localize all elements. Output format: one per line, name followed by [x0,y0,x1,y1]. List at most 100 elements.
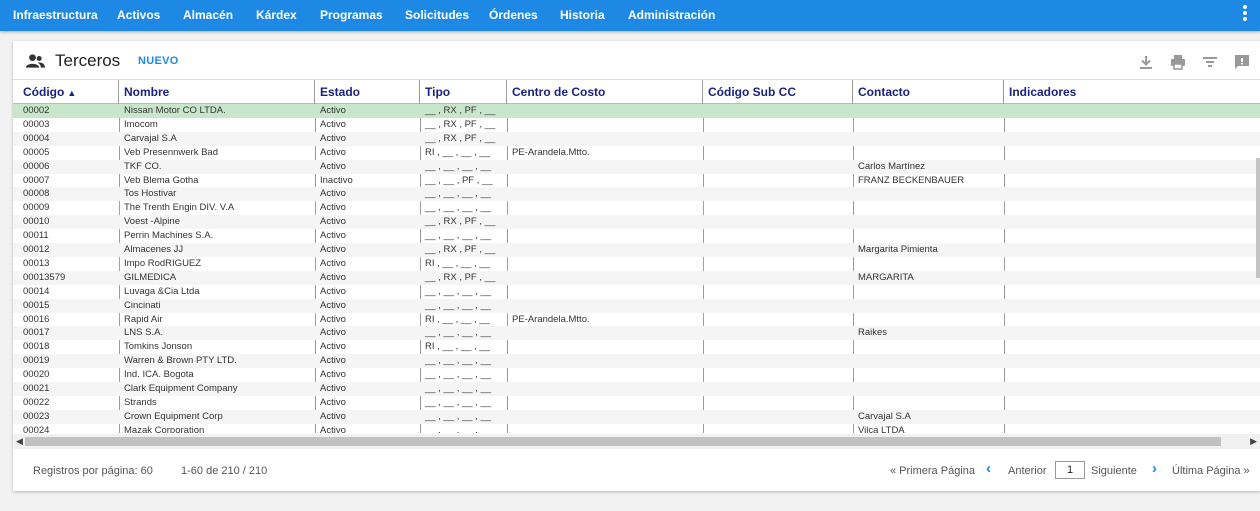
download-icon[interactable] [1137,53,1155,71]
nav-item-programas[interactable]: Programas [320,8,383,22]
cell-tipo: __ , __ , __ , __ [425,202,492,214]
table-row[interactable]: 00022 Strands Activo __ , __ , __ , __ [13,396,1260,410]
cell-nombre: Ind. ICA. Bogota [124,369,194,381]
vertical-scrollbar-thumb[interactable] [1256,158,1260,278]
column-header-codigo[interactable]: Código ▲ [18,80,119,104]
cell-tipo: __ , RX , PF , __ [425,216,496,228]
cell-nombre: Veb Presennwerk Bad [124,146,219,158]
cell-centro-de-costo [507,340,703,354]
cell-nombre: Clark Equipment Company [124,383,238,394]
table-row[interactable]: 00016 Rapid Air Activo RI , __ , __ , __ PE-… [13,313,1260,327]
previous-page-link[interactable]: Anterior [1008,465,1047,477]
cell-indicadores [1004,160,1260,174]
kebab-menu-icon[interactable] [1242,5,1248,23]
table-row[interactable]: 00012 Almacenes JJ Activo __ , RX , PF , __… [13,243,1260,257]
cell-contacto: Margarita Pimienta [858,244,938,255]
table-row[interactable]: 00020 Ind. ICA. Bogota Activo __ , __ , __ … [13,368,1260,382]
last-page-link[interactable]: Última Página » [1172,465,1250,477]
cell-nombre: Voest -Alpine [124,216,180,228]
table-row[interactable]: 00003 Imocom Activo __ , RX , PF , __ [13,118,1260,132]
table-row[interactable]: 00008 Tos Hostivar Activo __ , __ , __ , __ [13,187,1260,202]
table-row[interactable]: 00024 Mazak Corporation Activo __ , __ , __… [13,424,1260,433]
nav-item-administracion[interactable]: Administración [628,8,715,22]
table-row[interactable]: 00006 TKF CO. Activo __ , __ , __ , __ Carlo… [13,159,1260,174]
nav-item-kardex[interactable]: Kárdex [256,8,297,22]
cell-codigo-sub-cc [703,243,853,257]
table-row[interactable]: 00021 Clark Equipment Company Activo __ , _… [13,382,1260,396]
table-row[interactable]: 00007 Veb Blema Gotha Inactivo __ , __ , PF… [13,174,1260,188]
column-header-indicadores[interactable]: Indicadores [1004,80,1260,104]
cell-nombre: Cincinati [124,299,161,311]
column-header-codigo-sub-cc[interactable]: Código Sub CC [703,80,853,104]
cell-codigo: 00014 [23,285,50,297]
cell-centro-de-costo [507,215,703,229]
records-range: 1-60 de 210 / 210 [181,465,268,477]
table-row[interactable]: 00005 Veb Presennwerk Bad Activo RI , __ , … [13,146,1260,160]
cell-indicadores [1004,215,1260,229]
cell-contacto [853,313,1004,327]
cell-indicadores [1004,146,1260,160]
cell-contacto [853,132,1004,146]
table-row[interactable]: 00014 Luvaga &Cia Ltda Activo __ , __ , __ … [13,285,1260,299]
comment-icon[interactable] [1233,53,1251,71]
scroll-left-icon[interactable]: ◀ [16,436,23,447]
column-header-nombre[interactable]: Nombre [119,80,315,104]
filter-icon[interactable] [1201,53,1219,71]
cell-centro-de-costo: PE-Arandela.Mtto. [512,146,590,158]
terceros-table: Código ▲ Nombre Estado Tipo Centro de Cos… [13,79,1260,433]
column-header-tipo[interactable]: Tipo [420,80,507,104]
next-page-link[interactable]: Siguiente [1091,465,1137,477]
cell-codigo: 00016 [23,313,50,325]
horizontal-scrollbar[interactable]: ◀ ▶ [13,434,1260,449]
table-row[interactable]: 00019 Warren & Brown PTY LTD. Activo __ , _… [13,354,1260,369]
print-icon[interactable] [1169,53,1187,71]
page-number-input[interactable] [1055,461,1085,479]
cell-codigo-sub-cc [703,132,853,146]
table-row[interactable]: 00015 Cincinati Activo __ , __ , __ , __ [13,298,1260,313]
cell-codigo-sub-cc [703,118,853,132]
cell-codigo-sub-cc [703,285,853,299]
table-row[interactable]: 00010 Voest -Alpine Activo __ , RX , PF , _… [13,215,1260,230]
table-row[interactable]: 00011 Perrin Machines S.A. Activo __ , __ ,… [13,229,1260,243]
table-row[interactable]: 00013579 GILMEDICA Activo __ , RX , PF , __… [13,270,1260,285]
new-button[interactable]: NUEVO [138,55,179,67]
table-row[interactable]: 00023 Crown Equipment Corp Activo __ , __ ,… [13,409,1260,424]
cell-estado: Activo [320,285,346,297]
nav-item-activos[interactable]: Activos [117,8,160,22]
column-header-estado[interactable]: Estado [315,80,420,104]
table-row[interactable]: 00013 Impo RodRIGUEZ Activo RI , __ , __ , … [13,257,1260,271]
chevron-left-icon[interactable]: ‹ [986,460,991,477]
table-row[interactable]: 00018 Tomkins Jonson Activo RI , __ , __ , … [13,340,1260,354]
table-row[interactable]: 00002 Nissan Motor CO LTDA. Activo __ , RX … [13,104,1260,118]
cell-nombre: Warren & Brown PTY LTD. [124,355,237,367]
nav-item-historia[interactable]: Historia [560,8,605,22]
column-header-centro-de-costo[interactable]: Centro de Costo [507,80,703,104]
cell-codigo: 00013 [23,257,50,269]
first-page-link[interactable]: « Primera Página [890,465,975,477]
cell-estado: Activo [320,299,346,311]
nav-item-infraestructura[interactable]: Infraestructura [13,8,98,22]
cell-contacto [853,257,1004,271]
cell-centro-de-costo: PE-Arandela.Mtto. [512,313,590,325]
cell-centro-de-costo [507,174,703,188]
cell-nombre: Carvajal S.A [124,132,177,144]
cell-nombre: GILMEDICA [124,271,177,283]
cell-contacto [853,354,1004,368]
nav-item-solicitudes[interactable]: Solicitudes [405,8,469,22]
nav-item-ordenes[interactable]: Órdenes [489,8,538,22]
top-nav-bar: Infraestructura Activos Almacén Kárdex P… [0,0,1260,31]
cell-estado: Activo [320,369,346,381]
nav-item-almacen[interactable]: Almacén [183,8,233,22]
horizontal-scrollbar-thumb[interactable] [25,437,1221,446]
cell-estado: Activo [320,244,346,255]
column-header-contacto[interactable]: Contacto [853,80,1004,104]
table-row[interactable]: 00009 The Trenth Engin DIV. V.A Activo __ ,… [13,201,1260,215]
cell-codigo-sub-cc [703,187,853,201]
cell-nombre: LNS S.A. [124,327,164,339]
records-per-page[interactable]: Registros por página: 60 [33,465,153,477]
table-row[interactable]: 00004 Carvajal S.A Activo __ , RX , PF , __ [13,131,1260,146]
cell-contacto: Vilca LTDA [858,424,905,433]
chevron-right-icon[interactable]: › [1152,460,1157,477]
table-row[interactable]: 00017 LNS S.A. Activo __ , __ , __ , __ Raik… [13,326,1260,341]
scroll-right-icon[interactable]: ▶ [1250,436,1257,447]
